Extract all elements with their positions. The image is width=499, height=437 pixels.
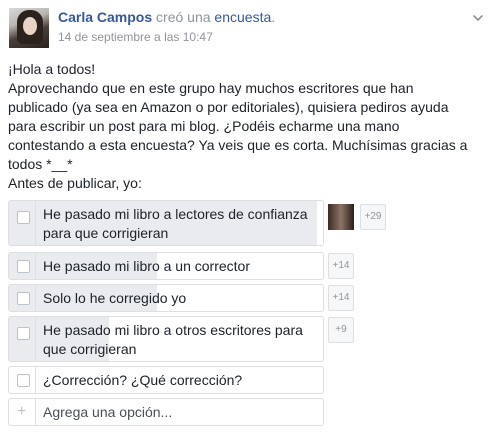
body-line: Aprovechando que en este grupo hay mucho… <box>8 80 414 96</box>
option-divider <box>35 367 36 393</box>
option-divider <box>35 317 36 361</box>
author-name[interactable]: Carla Campos <box>58 9 152 25</box>
vote-count[interactable]: +14 <box>328 253 354 279</box>
post-timestamp[interactable]: 14 de septiembre a las 10:47 <box>58 30 213 44</box>
add-option-placeholder: Agrega una opción... <box>43 404 173 420</box>
poll-option[interactable]: He pasado mi libro a otros escritores pa… <box>8 316 324 362</box>
option-label-line: que corrigieran <box>43 341 137 357</box>
poll-option[interactable]: He pasado mi libro a un corrector <box>8 252 324 280</box>
add-option-input[interactable]: + Agrega una opción... <box>8 398 324 426</box>
poll-link[interactable]: encuesta <box>214 9 271 25</box>
checkbox-icon[interactable] <box>17 211 30 224</box>
vote-count[interactable]: +14 <box>328 285 354 311</box>
post-header: Carla Campos creó una encuesta. <box>58 9 275 25</box>
checkbox-icon[interactable] <box>17 292 30 305</box>
body-line: publicado (ya sea en Amazon o por editor… <box>8 99 449 115</box>
poll-option[interactable]: He pasado mi libro a lectores de confian… <box>8 200 324 246</box>
option-divider <box>35 285 36 311</box>
option-divider <box>35 253 36 279</box>
option-divider <box>35 399 36 425</box>
option-label: Solo lo he corregido yo <box>43 290 187 306</box>
author-avatar[interactable] <box>9 8 49 48</box>
header-period: . <box>271 9 276 25</box>
vote-count[interactable]: +29 <box>360 204 386 230</box>
checkbox-icon[interactable] <box>17 374 30 387</box>
poll-option[interactable]: ¿Corrección? ¿Qué corrección? <box>8 366 324 394</box>
poll-option[interactable]: Solo lo he corregido yo <box>8 284 324 312</box>
body-line: contestando a esta encuesta? Ya veis que… <box>8 137 468 153</box>
option-label-line: He pasado mi libro a lectores de confian… <box>43 206 308 222</box>
poll-post: Carla Campos creó una encuesta. 14 de se… <box>0 0 499 437</box>
body-line: Antes de publicar, yo: <box>8 175 142 191</box>
option-divider <box>35 201 36 245</box>
chevron-down-icon[interactable] <box>470 10 486 26</box>
checkbox-icon[interactable] <box>17 260 30 273</box>
post-action: creó una <box>156 9 211 25</box>
avatar-face <box>23 17 37 35</box>
option-label: He pasado mi libro a otros escritores pa… <box>43 321 303 359</box>
option-label-line: He pasado mi libro a otros escritores pa… <box>43 322 303 338</box>
checkbox-icon[interactable] <box>17 327 30 340</box>
post-body: ¡Hola a todos! Aprovechando que en este … <box>8 60 492 193</box>
body-line: ¡Hola a todos! <box>8 61 96 77</box>
body-line: todos *__* <box>8 156 73 172</box>
body-line: para escribir un post para mi blog. ¿Pod… <box>8 118 400 134</box>
option-label: He pasado mi libro a un corrector <box>43 258 250 274</box>
option-label: ¿Corrección? ¿Qué corrección? <box>43 372 243 388</box>
plus-icon: + <box>17 403 27 420</box>
vote-count[interactable]: +9 <box>328 317 354 343</box>
option-label-line: para que corrigieran <box>43 225 169 241</box>
voter-avatar[interactable] <box>328 204 354 230</box>
option-label: He pasado mi libro a lectores de confian… <box>43 205 308 243</box>
